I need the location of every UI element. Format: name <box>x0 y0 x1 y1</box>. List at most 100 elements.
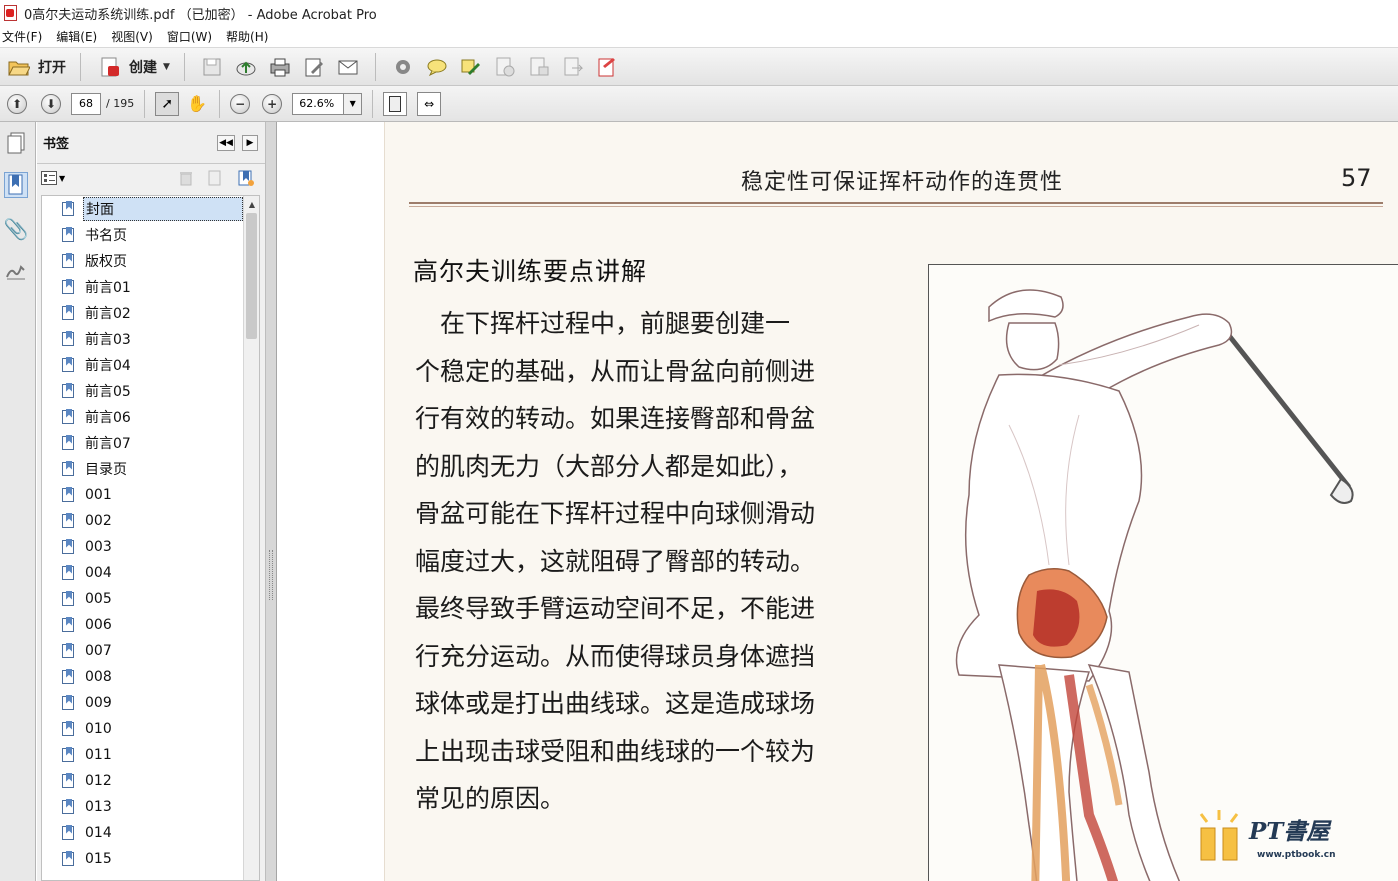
fit-page-button[interactable] <box>383 91 408 116</box>
bookmark-item[interactable]: 005 <box>42 586 259 612</box>
bookmark-item[interactable]: 书名页 <box>42 222 259 248</box>
chevron-down-icon: ▼ <box>349 99 356 108</box>
golfer-illustration <box>928 264 1398 881</box>
bookmark-page-icon <box>62 382 75 399</box>
body-line: 球体或是打出曲线球。这是造成球场 <box>415 689 816 718</box>
chevron-down-icon: ▼ <box>59 173 66 183</box>
bookmarks-scrollbar[interactable]: ▲ <box>243 196 259 880</box>
delete-bookmark-icon[interactable] <box>179 170 193 186</box>
zoom-in-button[interactable]: + <box>262 93 283 114</box>
menu-file[interactable]: 文件(F) <box>2 28 42 45</box>
page-thumbnails-button[interactable] <box>4 130 28 156</box>
bookmark-item[interactable]: 013 <box>42 794 259 820</box>
bookmark-item[interactable]: 目录页 <box>42 456 259 482</box>
menu-view[interactable]: 视图(V) <box>111 28 153 45</box>
fit-width-button[interactable]: ⇔ <box>417 91 442 116</box>
panel-splitter[interactable] <box>265 122 277 881</box>
bookmark-item[interactable]: 前言05 <box>42 378 259 404</box>
next-page-button[interactable]: ⬇ <box>41 93 61 114</box>
comment-icon[interactable] <box>426 56 448 78</box>
zoom-level-input[interactable]: 62.6% <box>292 92 345 115</box>
scrollbar-thumb[interactable] <box>246 213 257 339</box>
attachments-button[interactable]: 📎 <box>4 216 29 242</box>
bookmark-item[interactable]: 011 <box>42 742 259 768</box>
print-icon[interactable] <box>269 56 291 78</box>
bookmark-label: 015 <box>85 851 112 867</box>
email-icon[interactable] <box>337 56 359 78</box>
bookmarks-button[interactable] <box>4 172 28 198</box>
bookmark-item[interactable]: 002 <box>42 508 259 534</box>
bookmark-label: 010 <box>85 721 112 737</box>
bookmark-item[interactable]: 009 <box>42 690 259 716</box>
body-line: 个稳定的基础，从而让骨盆向前侧进 <box>415 356 816 386</box>
page-number-input[interactable]: 68 <box>71 92 101 115</box>
bookmark-item[interactable]: 012 <box>42 768 259 794</box>
bookmark-item[interactable]: 015 <box>42 846 259 872</box>
zoom-dropdown-button[interactable]: ▼ <box>344 92 363 115</box>
bookmark-label: 012 <box>85 773 112 789</box>
options-menu-button[interactable]: ▼ <box>41 171 65 185</box>
bookmark-page-icon <box>62 824 75 841</box>
body-paragraph: 在下挥杆过程中，前腿要创建一 个稳定的基础，从而让骨盆向前侧进 行有效的转动。如果连… <box>415 300 875 823</box>
menu-edit[interactable]: 编辑(E) <box>56 28 97 45</box>
create-button[interactable]: 创建 ▼ <box>95 52 174 82</box>
export-icon[interactable] <box>562 56 584 78</box>
toolbar-separator <box>219 89 221 118</box>
pdf-page: 稳定性可保证挥杆动作的连贯性 57 高尔夫训练要点讲解 在下挥杆过程中，前腿要创… <box>384 122 1398 881</box>
expand-panel-button[interactable]: ▶ <box>242 135 258 151</box>
bookmark-label: 封面 <box>83 197 243 221</box>
hand-tool-button[interactable]: ✋ <box>185 92 209 116</box>
menu-help[interactable]: 帮助(H) <box>226 28 268 45</box>
collapse-panel-button[interactable]: ◀◀ <box>217 135 235 151</box>
redact-icon[interactable] <box>494 56 516 78</box>
page-number: 57 <box>1341 164 1372 192</box>
open-button[interactable]: 打开 <box>4 52 70 82</box>
splitter-grip[interactable] <box>269 550 273 600</box>
new-bookmark-icon[interactable] <box>207 170 223 186</box>
secure-icon[interactable] <box>528 56 550 78</box>
select-tool-button[interactable]: ➚ <box>155 91 180 116</box>
upload-cloud-icon[interactable] <box>235 56 257 78</box>
bookmark-item[interactable]: 004 <box>42 560 259 586</box>
menu-window[interactable]: 窗口(W) <box>167 28 212 45</box>
bookmark-item[interactable]: 003 <box>42 534 259 560</box>
save-icon[interactable] <box>201 56 223 78</box>
bookmark-item[interactable]: 前言06 <box>42 404 259 430</box>
bookmark-icon <box>8 174 23 195</box>
cursor-arrow-icon: ➚ <box>161 95 174 112</box>
bookmark-item[interactable]: 前言02 <box>42 300 259 326</box>
document-view[interactable]: 稳定性可保证挥杆动作的连贯性 57 高尔夫训练要点讲解 在下挥杆过程中，前腿要创… <box>278 122 1398 881</box>
bookmark-page-icon <box>62 460 75 477</box>
forms-icon[interactable] <box>596 56 618 78</box>
edit-document-icon[interactable] <box>303 56 325 78</box>
signatures-button[interactable] <box>4 258 28 284</box>
toolbar-separator <box>372 89 374 118</box>
bookmark-item[interactable]: 前言04 <box>42 352 259 378</box>
section-title: 高尔夫训练要点讲解 <box>413 257 648 286</box>
create-pdf-icon <box>101 57 119 76</box>
bookmark-item[interactable]: 前言03 <box>42 326 259 352</box>
title-bar: 0高尔夫运动系统训练.pdf （已加密） - Adobe Acrobat Pro <box>0 0 1398 26</box>
bookmark-item[interactable]: 封面 <box>42 196 259 222</box>
bookmark-item[interactable]: 006 <box>42 612 259 638</box>
bookmark-item[interactable]: 前言07 <box>42 430 259 456</box>
zoom-out-button[interactable]: − <box>230 93 251 114</box>
bookmark-item[interactable]: 007 <box>42 638 259 664</box>
bookmark-item[interactable]: 014 <box>42 820 259 846</box>
fit-width-icon: ⇔ <box>424 96 435 111</box>
previous-page-button[interactable]: ⬆ <box>7 93 27 114</box>
scroll-up-arrow-icon[interactable]: ▲ <box>244 196 259 212</box>
body-line: 常见的原因。 <box>415 784 566 813</box>
bookmark-item[interactable]: 版权页 <box>42 248 259 274</box>
create-label: 创建 <box>129 59 157 76</box>
bookmark-label: 008 <box>85 669 112 685</box>
gear-icon[interactable] <box>392 56 414 78</box>
bookmark-item[interactable]: 001 <box>42 482 259 508</box>
highlight-text-icon[interactable] <box>460 56 482 78</box>
bookmark-item[interactable]: 008 <box>42 664 259 690</box>
bookmark-item[interactable]: 010 <box>42 716 259 742</box>
bookmark-page-icon <box>62 226 75 243</box>
bookmark-item[interactable]: 前言01 <box>42 274 259 300</box>
bookmark-tag-icon[interactable] <box>237 169 255 187</box>
bookmark-page-icon <box>62 850 75 867</box>
